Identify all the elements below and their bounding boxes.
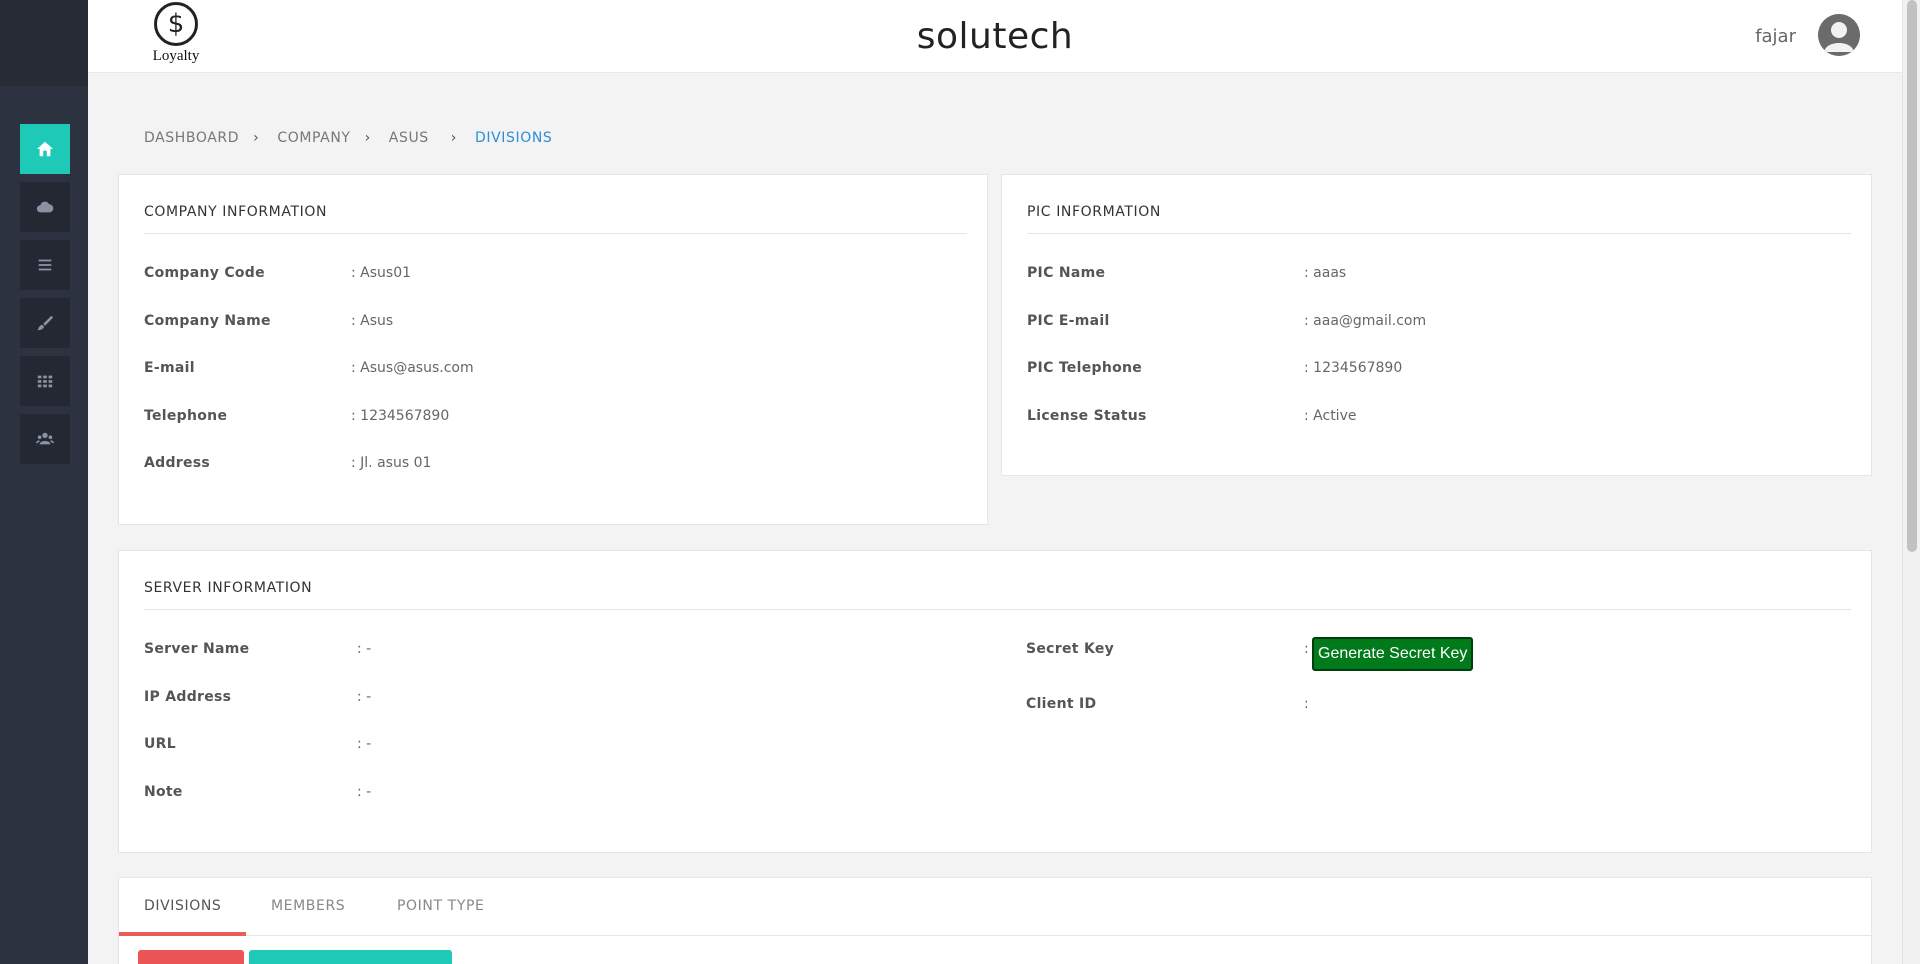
breadcrumb: DASHBOARD › COMPANY › ASUS › DIVISIONS [144, 130, 552, 146]
scrollbar[interactable] [1902, 0, 1920, 964]
divider [1027, 233, 1851, 234]
field-value: : - [357, 689, 372, 705]
card-title: SERVER INFORMATION [144, 580, 313, 596]
field-value: : Asus [351, 313, 394, 329]
sidebar-item-cloud[interactable] [20, 182, 70, 232]
field-label: Note [144, 784, 183, 800]
chevron-right-icon: › [450, 130, 457, 146]
breadcrumb-company[interactable]: COMPANY [277, 130, 350, 146]
user-name[interactable]: fajar [1755, 26, 1796, 47]
field-value: : - [357, 641, 372, 657]
brush-icon [37, 315, 54, 331]
tab-divisions[interactable]: DIVISIONS [144, 898, 221, 914]
top-header: $ Loyalty solutech fajar [88, 0, 1902, 73]
field-value: : aaa@gmail.com [1304, 313, 1427, 329]
field-value: : - [357, 736, 372, 752]
breadcrumb-divisions: DIVISIONS [475, 130, 553, 146]
tabs-card: DIVISIONS MEMBERS POINT TYPE [118, 877, 1872, 964]
cloud-icon [36, 201, 54, 213]
tab-members[interactable]: MEMBERS [271, 898, 345, 914]
field-value: : Asus01 [351, 265, 412, 281]
list-icon [38, 259, 52, 271]
field-value: : Asus@asus.com [351, 360, 474, 376]
pic-information-card: PIC INFORMATION PIC Name : aaas PIC E-ma… [1001, 174, 1872, 476]
field-label: Secret Key [1026, 641, 1115, 657]
field-label: IP Address [144, 689, 232, 705]
teal-action-button[interactable] [249, 950, 452, 964]
field-label: Company Name [144, 313, 271, 329]
sidebar-item-users[interactable] [20, 414, 70, 464]
grid-icon [37, 375, 53, 388]
field-label: PIC E-mail [1027, 313, 1110, 329]
generate-secret-key-button[interactable]: Generate Secret Key [1312, 637, 1474, 671]
app-title: solutech [916, 16, 1074, 57]
field-value: : 1234567890 [1304, 360, 1403, 376]
breadcrumb-asus[interactable]: ASUS [389, 130, 429, 146]
field-label: Client ID [1026, 696, 1097, 712]
avatar[interactable] [1818, 14, 1860, 56]
field-value: : Jl. asus 01 [351, 455, 432, 471]
sidebar-header [0, 0, 88, 86]
users-icon [36, 432, 54, 445]
field-value: : 1234567890 [351, 408, 450, 424]
tab-point-type[interactable]: POINT TYPE [397, 898, 484, 914]
sidebar-item-list[interactable] [20, 240, 70, 290]
breadcrumb-dashboard[interactable]: DASHBOARD [144, 130, 239, 146]
field-label: Address [144, 455, 211, 471]
red-action-button[interactable] [138, 950, 244, 964]
field-value: : Active [1304, 408, 1357, 424]
field-value: : [1304, 696, 1309, 712]
field-label: PIC Name [1027, 265, 1106, 281]
divider [119, 935, 1871, 936]
field-label: License Status [1027, 408, 1147, 424]
card-title: COMPANY INFORMATION [144, 204, 328, 220]
server-information-card: SERVER INFORMATION Server Name : - IP Ad… [118, 550, 1872, 853]
sidebar-item-home[interactable] [20, 124, 70, 174]
divider [144, 233, 967, 234]
field-value: : - [357, 784, 372, 800]
field-value: : aaas [1304, 265, 1347, 281]
active-tab-indicator [119, 932, 246, 936]
field-label: Telephone [144, 408, 228, 424]
sidebar [0, 0, 88, 964]
field-label: E-mail [144, 360, 195, 376]
scrollbar-thumb[interactable] [1907, 0, 1917, 552]
sidebar-item-apps[interactable] [20, 356, 70, 406]
field-label: Server Name [144, 641, 250, 657]
chevron-right-icon: › [253, 130, 260, 146]
company-information-card: COMPANY INFORMATION Company Code : Asus0… [118, 174, 988, 525]
card-title: PIC INFORMATION [1027, 204, 1161, 220]
user-avatar-icon [1818, 14, 1860, 56]
home-icon [36, 141, 54, 157]
chevron-right-icon: › [364, 130, 371, 146]
field-label: Company Code [144, 265, 265, 281]
divider [144, 609, 1851, 610]
field-label: PIC Telephone [1027, 360, 1143, 376]
sidebar-item-brush[interactable] [20, 298, 70, 348]
field-label: URL [144, 736, 176, 752]
field-value: : [1304, 641, 1309, 657]
